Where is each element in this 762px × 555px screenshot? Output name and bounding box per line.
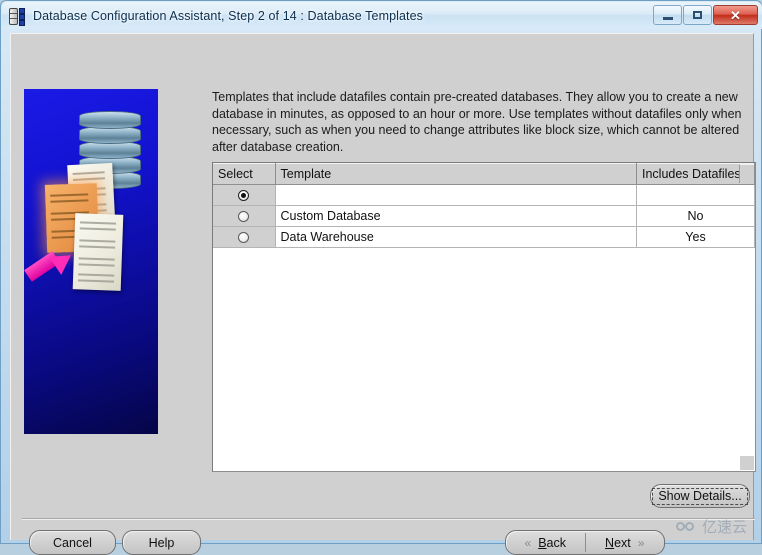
watermark-text: 亿速云 (701, 518, 747, 536)
table-header-row: Select Template Includes Datafiles (213, 163, 755, 185)
back-label: Back (538, 535, 566, 550)
close-icon: ✕ (730, 7, 741, 23)
row-select-cell[interactable] (213, 205, 276, 227)
column-header-datafiles[interactable]: Includes Datafiles (636, 163, 755, 185)
column-header-select[interactable]: Select (213, 163, 276, 185)
table-vertical-scrollbar[interactable] (739, 164, 754, 183)
application-window: Database Configuration Assistant, Step 2… (0, 0, 762, 555)
back-button[interactable]: « Back (506, 531, 585, 554)
show-details-label: Show Details... (652, 487, 748, 505)
templates-table-container[interactable]: Select Template Includes Datafiles Gener… (212, 162, 756, 472)
cancel-label: Cancel (53, 535, 92, 550)
minimize-button[interactable] (653, 5, 682, 25)
radio-button[interactable] (238, 211, 250, 223)
row-includes-datafiles: Yes (636, 226, 755, 248)
window-title: Database Configuration Assistant, Step 2… (33, 8, 424, 23)
chevron-left-icon: « (524, 535, 532, 550)
page-description: Templates that include datafiles contain… (212, 90, 742, 154)
cancel-button[interactable]: Cancel (29, 530, 116, 555)
radio-button[interactable] (238, 232, 250, 244)
row-template-name: Data Warehouse (275, 226, 637, 248)
row-template-name: Custom Database (275, 205, 637, 227)
magenta-arrow-icon (24, 246, 78, 291)
cloud-icon (675, 520, 698, 533)
row-template-name: General Purpose or Transaction Processin… (275, 184, 637, 206)
maximize-button[interactable] (683, 5, 712, 25)
row-select-cell[interactable] (213, 226, 276, 248)
radio-button-selected[interactable] (238, 190, 250, 202)
table-scroll-corner (740, 456, 754, 470)
help-label: Help (148, 535, 175, 550)
next-label: Next (605, 535, 631, 550)
templates-table: Select Template Includes Datafiles Gener… (213, 163, 755, 248)
back-label-rest: ack (546, 535, 566, 550)
table-row[interactable]: Data Warehouse Yes (213, 226, 755, 248)
column-header-template[interactable]: Template (275, 163, 637, 185)
document-page-icon (72, 213, 124, 291)
show-details-button[interactable]: Show Details... (650, 484, 750, 508)
row-includes-datafiles: No (636, 205, 755, 227)
table-row[interactable]: Custom Database No (213, 205, 755, 227)
navigation-button-group: « Back Next » (505, 530, 665, 555)
chevron-right-icon: » (637, 535, 645, 550)
next-label-rest: ext (614, 535, 631, 550)
close-button[interactable]: ✕ (713, 5, 758, 25)
title-bar[interactable]: Database Configuration Assistant, Step 2… (2, 2, 762, 29)
client-area: Templates that include datafiles contain… (10, 33, 756, 555)
help-button[interactable]: Help (122, 530, 201, 555)
footer-separator (22, 518, 755, 520)
row-includes-datafiles: Yes (636, 184, 755, 206)
table-row[interactable]: General Purpose or Transaction Processin… (213, 184, 755, 206)
wizard-illustration (24, 89, 158, 434)
row-select-cell[interactable] (213, 184, 276, 206)
database-grid-icon (9, 7, 27, 26)
next-button[interactable]: Next » (586, 531, 665, 554)
watermark: 亿速云 (675, 516, 747, 537)
window-controls: ✕ (652, 5, 758, 25)
